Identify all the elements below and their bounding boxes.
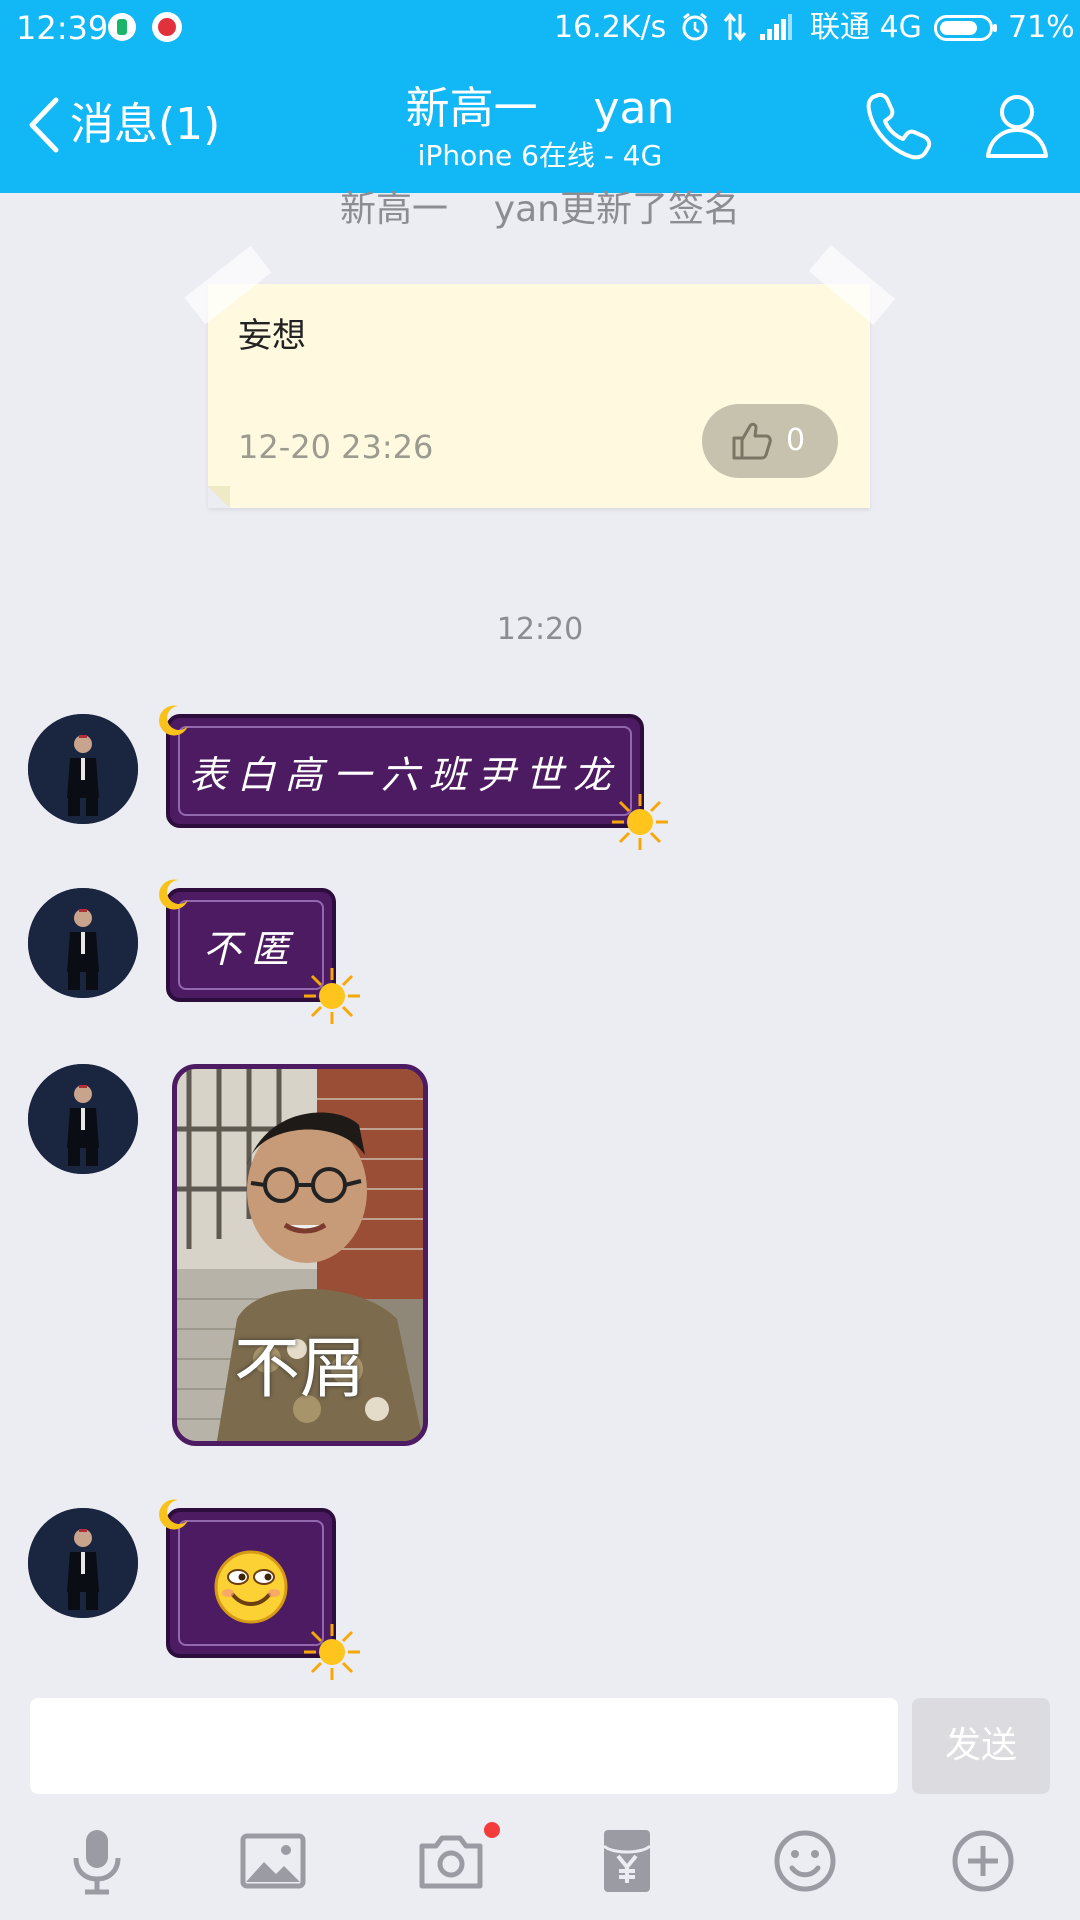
system-notice: 新高一 yan更新了签名: [340, 189, 740, 230]
top-bar: 12:39 16.2K/s 联通 4G 71% 消息(1) 新高一 yan iP…: [0, 0, 1080, 193]
image-message[interactable]: 不屑: [172, 1064, 428, 1446]
music-app-icon: [152, 12, 182, 42]
back-label: 消息(1): [70, 99, 221, 150]
camera-button[interactable]: [416, 1826, 486, 1896]
send-button[interactable]: 发送: [912, 1698, 1050, 1794]
battery-icon: [934, 15, 997, 41]
user-profile-icon[interactable]: [980, 88, 1054, 162]
status-bar: 12:39 16.2K/s 联通 4G 71%: [0, 0, 1080, 58]
tape-decoration: [808, 244, 896, 326]
message-bubble[interactable]: 表白高一六班尹世龙: [159, 705, 668, 850]
avatar[interactable]: [28, 1508, 138, 1618]
avatar[interactable]: [28, 1064, 138, 1174]
security-app-icon: [108, 13, 136, 41]
like-button[interactable]: 0: [702, 404, 838, 478]
message-timestamp: 12:20: [496, 612, 584, 647]
emoji-button[interactable]: [770, 1826, 840, 1896]
signature-time: 12-20 23:26: [238, 428, 434, 466]
message-text: 表白高一六班尹世龙: [188, 752, 621, 797]
page-fold: [208, 486, 230, 508]
avatar[interactable]: [28, 888, 138, 998]
signature-card[interactable]: 妄想 12-20 23:26 0: [184, 244, 896, 508]
camera-icon: [419, 1835, 483, 1889]
emoji-icon: [774, 1830, 836, 1892]
avatar[interactable]: [28, 714, 138, 824]
moon-icon: [159, 1499, 188, 1530]
message-bubble[interactable]: [159, 1499, 360, 1680]
avatar-image: [28, 1508, 138, 1618]
chevron-left-icon: [29, 97, 59, 153]
chat-title[interactable]: 新高一 yan: [300, 82, 780, 136]
signature-text: 妄想: [238, 316, 306, 356]
microphone-icon: [73, 1830, 121, 1895]
back-button[interactable]: 消息(1): [24, 90, 264, 160]
data-transfer-icon: [723, 12, 747, 42]
message-text: 不匿: [202, 926, 299, 971]
message-bubble[interactable]: 不匿: [159, 879, 360, 1024]
thumbs-up-icon: [732, 422, 772, 460]
like-count: 0: [786, 423, 806, 458]
online-status: iPhone 6在线 - 4G: [417, 139, 663, 172]
avatar-image: [28, 888, 138, 998]
status-time: 12:39: [16, 9, 109, 47]
red-packet-button[interactable]: [592, 1826, 662, 1896]
carrier-label: 联通 4G: [810, 10, 922, 45]
red-packet-icon: [602, 1830, 652, 1892]
alarm-icon: [682, 12, 708, 41]
network-speed: 16.2K/s: [554, 10, 667, 45]
tape-decoration: [184, 245, 272, 325]
plus-icon: [952, 1830, 1014, 1892]
image-icon: [240, 1833, 306, 1889]
sun-icon: [304, 1624, 360, 1680]
gallery-button[interactable]: [238, 1826, 308, 1896]
avatar-image: [28, 714, 138, 824]
message-input[interactable]: [30, 1698, 898, 1794]
voice-button[interactable]: [62, 1826, 132, 1896]
image-caption: 不屑: [234, 1330, 366, 1407]
signal-icon: [760, 14, 792, 40]
smiley-face-icon: [214, 1550, 288, 1624]
battery-percent: 71%: [1008, 10, 1075, 45]
notification-dot: [484, 1822, 500, 1838]
avatar-image: [28, 1064, 138, 1174]
more-button[interactable]: [948, 1826, 1018, 1896]
phone-icon[interactable]: [862, 88, 936, 162]
